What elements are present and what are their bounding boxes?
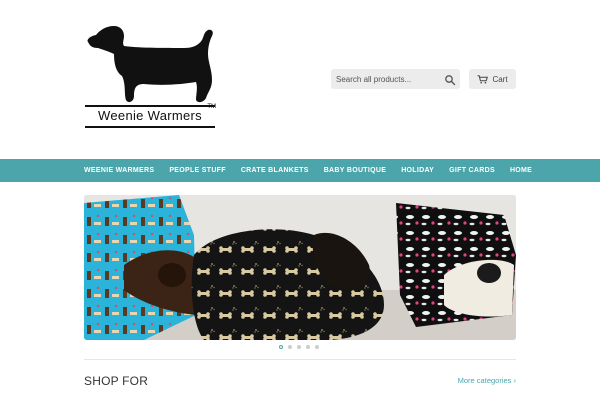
cart-button[interactable]: Cart — [469, 69, 516, 89]
search-button[interactable] — [444, 73, 456, 86]
nav-item-people-stuff[interactable]: PEOPLE STUFF — [169, 167, 226, 174]
cart-icon — [477, 74, 489, 83]
nav-item-home[interactable]: HOME — [510, 167, 532, 174]
logo-rule-top — [85, 105, 215, 107]
logo-text: Weenie Warmers — [98, 108, 202, 123]
slider-dot-3[interactable] — [297, 345, 301, 349]
search-input[interactable] — [331, 69, 441, 89]
slider-pagination — [279, 345, 319, 349]
section-divider — [84, 359, 516, 360]
more-categories-link[interactable]: More categories › — [458, 376, 516, 385]
logo[interactable]: Weenie Warmers TM — [84, 22, 216, 134]
logo-trademark: TM — [207, 104, 216, 110]
dachshund-logo-icon — [87, 26, 213, 103]
main-nav: WEENIE WARMERS PEOPLE STUFF CRATE BLANKE… — [0, 159, 600, 182]
logo-rule-bottom — [85, 126, 215, 128]
nav-item-crate-blankets[interactable]: CRATE BLANKETS — [241, 167, 309, 174]
slider-dot-2[interactable] — [288, 345, 292, 349]
nav-item-baby-boutique[interactable]: BABY BOUTIQUE — [324, 167, 387, 174]
nav-item-gift-cards[interactable]: GIFT CARDS — [449, 167, 495, 174]
shop-for-heading: SHOP FOR — [84, 374, 149, 388]
search-box — [331, 69, 460, 89]
slider-dot-1[interactable] — [279, 345, 283, 349]
hero-slider[interactable] — [84, 195, 516, 340]
hero-slide-image — [84, 195, 516, 340]
slider-dot-4[interactable] — [306, 345, 310, 349]
nav-item-weenie-warmers[interactable]: WEENIE WARMERS — [84, 167, 154, 174]
page: Weenie Warmers TM Cart WEENIE WARMERS PE… — [0, 0, 600, 400]
search-icon — [445, 75, 456, 86]
slider-dot-5[interactable] — [315, 345, 319, 349]
nav-item-holiday[interactable]: HOLIDAY — [401, 167, 434, 174]
cart-label: Cart — [492, 74, 508, 84]
